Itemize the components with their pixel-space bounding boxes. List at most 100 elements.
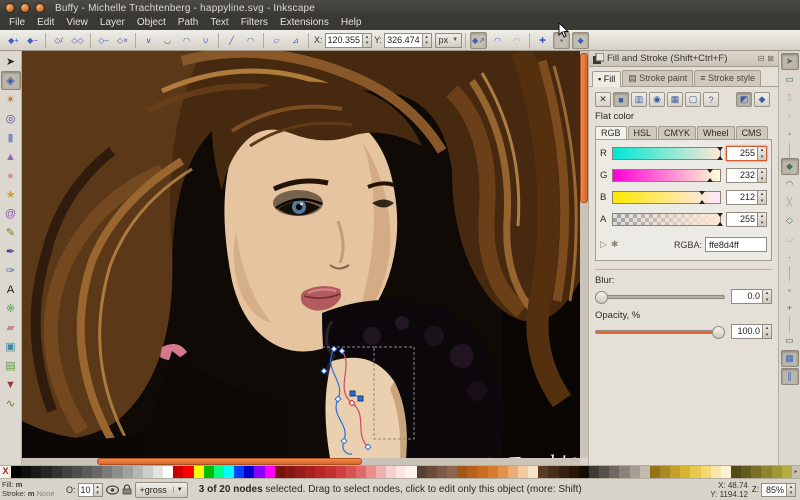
palette-swatch[interactable] <box>244 466 254 478</box>
tool-zoom[interactable]: ◎ <box>1 109 21 128</box>
palette-swatch[interactable] <box>782 466 792 478</box>
layer-visibility-eye-icon[interactable] <box>106 485 119 495</box>
tool-text[interactable]: A <box>1 280 21 299</box>
show-path-outline[interactable]: ◆ <box>572 32 589 49</box>
paint-pattern-button[interactable]: ▦ <box>667 92 683 107</box>
palette-swatch[interactable] <box>21 466 31 478</box>
channel-slider-b[interactable] <box>612 191 721 204</box>
panel-minimize-icon[interactable]: ⊟ <box>758 54 765 63</box>
tool-connector[interactable]: ∿ <box>1 394 21 413</box>
tool-bezier-pen[interactable]: ✒ <box>1 242 21 261</box>
palette-swatch[interactable] <box>488 466 498 478</box>
color-action-icon[interactable]: ✱ <box>611 239 619 249</box>
palette-swatch[interactable] <box>447 466 457 478</box>
color-action-icon[interactable]: ▷ <box>600 239 607 249</box>
palette-swatch[interactable] <box>670 466 680 478</box>
menu-layer[interactable]: Layer <box>94 16 131 30</box>
opacity-slider-knob[interactable] <box>712 326 725 339</box>
spin-arrows[interactable]: ▴▾ <box>757 191 766 204</box>
palette-swatch[interactable] <box>366 466 376 478</box>
channel-spinbox-r[interactable]: 255▴▾ <box>726 146 767 161</box>
blur-slider-knob[interactable] <box>595 291 608 304</box>
channel-slider-r[interactable] <box>612 147 721 160</box>
channel-value-g[interactable]: 232 <box>727 169 757 182</box>
palette-swatch[interactable] <box>62 466 72 478</box>
horizontal-scrollbar[interactable] <box>22 458 580 465</box>
palette-swatch[interactable] <box>356 466 366 478</box>
tool-box-3d[interactable]: ▲ <box>1 147 21 166</box>
tool-paint-bucket[interactable]: ▣ <box>1 337 21 356</box>
rgba-hex-input[interactable]: ffe8d4ff <box>705 237 767 252</box>
panel-close-icon[interactable]: ⊠ <box>767 54 774 63</box>
spin-arrows[interactable]: ▴▾ <box>362 34 371 47</box>
snap-page-border[interactable]: ▭ <box>781 332 799 349</box>
smooth-node[interactable]: ◡ <box>159 32 176 49</box>
line-segment[interactable]: ╱ <box>223 32 240 49</box>
fill-rule-nonzero-button[interactable]: ◩ <box>736 92 752 107</box>
palette-swatch[interactable] <box>275 466 285 478</box>
palette-swatch[interactable] <box>650 466 660 478</box>
blur-slider[interactable] <box>595 295 725 299</box>
color-tab-cmyk[interactable]: CMYK <box>658 126 696 139</box>
palette-swatch[interactable] <box>640 466 650 478</box>
snap-guides[interactable]: ∥ <box>781 368 799 385</box>
palette-swatch[interactable] <box>457 466 467 478</box>
palette-swatch[interactable] <box>579 466 589 478</box>
show-transform-handles[interactable]: ✚ <box>534 32 551 49</box>
edit-clip-path[interactable]: ◆↗ <box>470 32 487 49</box>
palette-swatch[interactable] <box>123 466 133 478</box>
snap-object-centers[interactable]: ▫ <box>781 281 799 298</box>
opacity-slider[interactable] <box>595 330 725 334</box>
menu-edit[interactable]: Edit <box>31 16 60 30</box>
palette-swatch[interactable] <box>265 466 275 478</box>
snap-cusp-nodes[interactable]: ◇ <box>781 212 799 229</box>
auto-node[interactable]: ∪ <box>197 32 214 49</box>
next-path-effect[interactable]: ◠ <box>508 32 525 49</box>
palette-swatch[interactable] <box>538 466 548 478</box>
palette-swatch[interactable] <box>285 466 295 478</box>
palette-swatch[interactable] <box>183 466 193 478</box>
palette-swatch[interactable] <box>701 466 711 478</box>
y-coordinate-spinbox[interactable]: 326.474 ▴▾ <box>384 33 432 48</box>
fill-stroke-indicator[interactable]: Fill: m Stroke: m None <box>0 481 62 498</box>
tool-calligraphy[interactable]: ✑ <box>1 261 21 280</box>
tool-spray[interactable]: ※ <box>1 299 21 318</box>
channel-spinbox-b[interactable]: 212▴▾ <box>726 190 767 205</box>
palette-swatch[interactable] <box>467 466 477 478</box>
title-bar[interactable]: Buffy - Michelle Trachtenberg - happylin… <box>0 0 800 16</box>
palette-swatch[interactable] <box>660 466 670 478</box>
tool-pencil[interactable]: ✎ <box>1 223 21 242</box>
snap-paths[interactable]: ◠ <box>781 176 799 193</box>
palette-swatch[interactable] <box>173 466 183 478</box>
palette-swatch[interactable] <box>82 466 92 478</box>
curve-segment[interactable]: ◠ <box>242 32 259 49</box>
spin-arrows[interactable]: ▴▾ <box>757 147 766 160</box>
join-nodes[interactable]: ◇◇ <box>69 32 86 49</box>
palette-swatch[interactable] <box>477 466 487 478</box>
palette-swatch[interactable] <box>508 466 518 478</box>
blur-spinbox[interactable]: 0.0 ▴▾ <box>731 289 772 304</box>
spin-arrows[interactable]: ▴▾ <box>93 484 102 496</box>
current-layer-dropdown[interactable]: +gross ▼ <box>135 482 188 498</box>
palette-swatch[interactable] <box>406 466 416 478</box>
vertical-scrollbar[interactable] <box>580 51 588 458</box>
spin-arrows[interactable]: ▴▾ <box>757 213 766 226</box>
tool-selector[interactable]: ➤ <box>1 52 21 71</box>
vertical-scrollbar-thumb[interactable] <box>580 53 588 203</box>
paint-radial-gradient-button[interactable]: ◉ <box>649 92 665 107</box>
snap-nodes[interactable]: ◆ <box>781 158 799 175</box>
palette-swatch[interactable] <box>72 466 82 478</box>
fill-rule-evenodd-button[interactable]: ◆ <box>754 92 770 107</box>
channel-value-a[interactable]: 255 <box>727 213 757 226</box>
palette-swatch[interactable] <box>619 466 629 478</box>
snap-bbox-corners[interactable]: ▫ <box>781 107 799 124</box>
palette-swatch[interactable] <box>295 466 305 478</box>
x-coordinate-spinbox[interactable]: 120.355 ▴▾ <box>325 33 373 48</box>
palette-swatch[interactable] <box>224 466 234 478</box>
palette-swatch[interactable] <box>751 466 761 478</box>
delete-node[interactable]: ◆− <box>24 32 41 49</box>
palette-swatch[interactable] <box>417 466 427 478</box>
color-tab-hsl[interactable]: HSL <box>628 126 658 139</box>
spin-arrows[interactable]: ▴▾ <box>422 34 431 47</box>
palette-swatch[interactable] <box>711 466 721 478</box>
